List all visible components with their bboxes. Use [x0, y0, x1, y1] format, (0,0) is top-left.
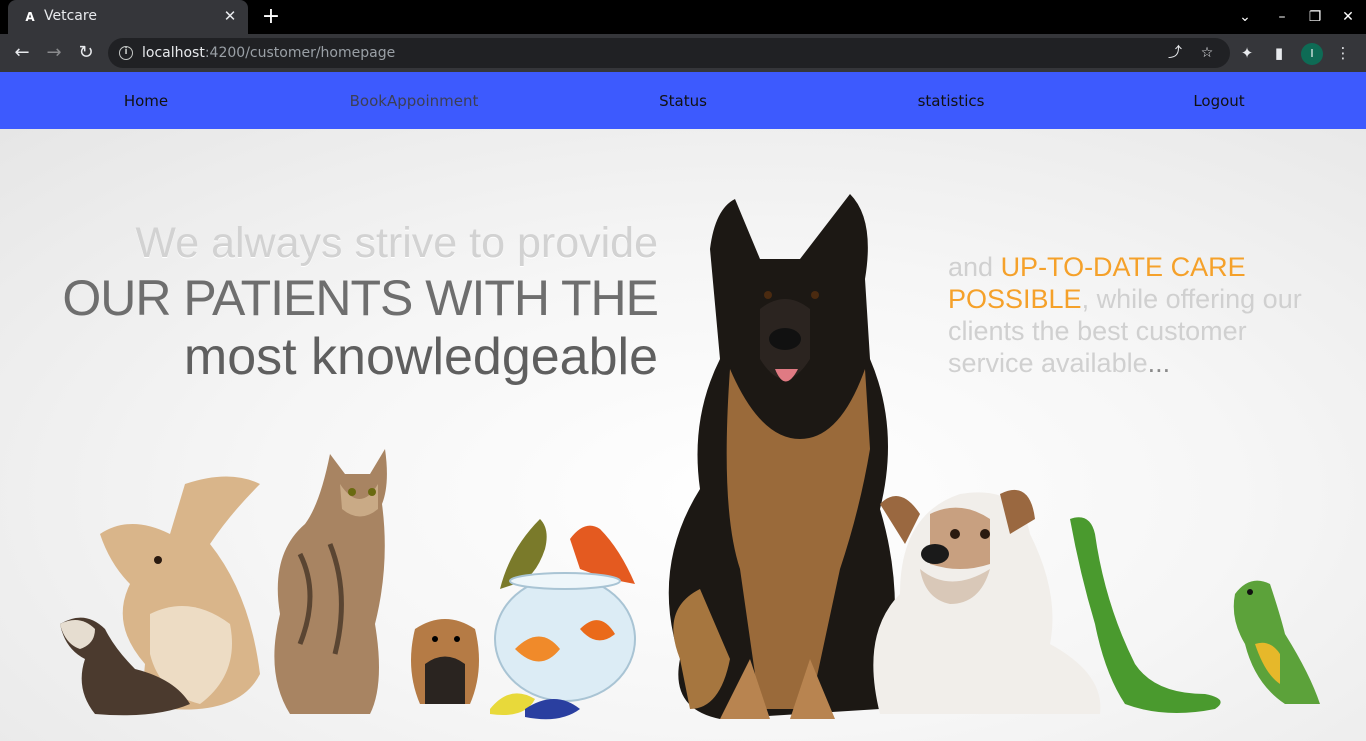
hero-line-2: OUR PATIENTS WITH THE — [62, 270, 659, 326]
back-arrow-icon[interactable]: ← — [11, 42, 33, 64]
nav-status-link[interactable]: Status — [659, 92, 707, 110]
hamster-image — [411, 619, 479, 704]
parrot-image — [1233, 580, 1320, 704]
main-navbar: Home BookAppoinment Status statistics Lo… — [0, 72, 1366, 129]
share-icon[interactable]: ⤴ — [1166, 44, 1184, 62]
tab-title: Vetcare — [44, 8, 97, 24]
minimize-icon[interactable]: – — [1273, 8, 1291, 26]
browser-tab-bar: A Vetcare ✕ + ⌄ – ❐ ✕ — [0, 0, 1366, 34]
tagline-prefix: and — [948, 252, 1001, 282]
nav-statistics-link[interactable]: statistics — [918, 92, 985, 110]
menu-kebab-icon[interactable]: ⋮ — [1333, 43, 1353, 63]
side-panel-icon[interactable]: ▮ — [1269, 43, 1289, 63]
reload-icon[interactable]: ↻ — [75, 42, 97, 64]
nav-home-link[interactable]: Home — [124, 92, 168, 110]
address-bar[interactable]: i localhost:4200/customer/homepage ⤴ ☆ — [108, 38, 1230, 68]
nav-book-appointment-link[interactable]: BookAppoinment — [350, 92, 479, 110]
close-tab-icon[interactable]: ✕ — [222, 8, 238, 24]
browser-tab[interactable]: A Vetcare ✕ — [8, 0, 248, 34]
browser-toolbar: ← → ↻ i localhost:4200/customer/homepage… — [0, 34, 1366, 72]
nav-logout-link[interactable]: Logout — [1193, 92, 1244, 110]
angular-favicon-icon: A — [25, 10, 35, 24]
fishbowl-birds-image — [490, 519, 636, 720]
site-info-icon[interactable]: i — [119, 46, 133, 60]
cat-image — [274, 449, 387, 714]
tab-search-chevron-icon[interactable]: ⌄ — [1236, 8, 1254, 26]
close-window-icon[interactable]: ✕ — [1339, 8, 1357, 26]
hero-line-3: most knowledgeable — [183, 328, 658, 386]
ferret-image — [60, 617, 190, 716]
bookmark-star-icon[interactable]: ☆ — [1198, 44, 1216, 62]
extensions-puzzle-icon[interactable]: ✦ — [1237, 43, 1257, 63]
hero-line-1: We always strive to provide — [135, 219, 658, 267]
new-tab-icon[interactable]: + — [260, 6, 282, 28]
hero-headline: We always strive to provide OUR PATIENTS… — [62, 217, 659, 387]
tagline-ellipsis: ... — [1147, 348, 1171, 378]
forward-arrow-icon[interactable]: → — [43, 42, 65, 64]
hero-tagline: and UP-TO-DATE CARE POSSIBLE, while offe… — [948, 251, 1328, 379]
url-text[interactable]: localhost:4200/customer/homepage — [142, 45, 395, 61]
hero-banner: We always strive to provide OUR PATIENTS… — [0, 129, 1366, 741]
restore-icon[interactable]: ❐ — [1306, 8, 1324, 26]
profile-avatar[interactable]: I — [1301, 43, 1323, 65]
snake-image — [1070, 517, 1221, 713]
